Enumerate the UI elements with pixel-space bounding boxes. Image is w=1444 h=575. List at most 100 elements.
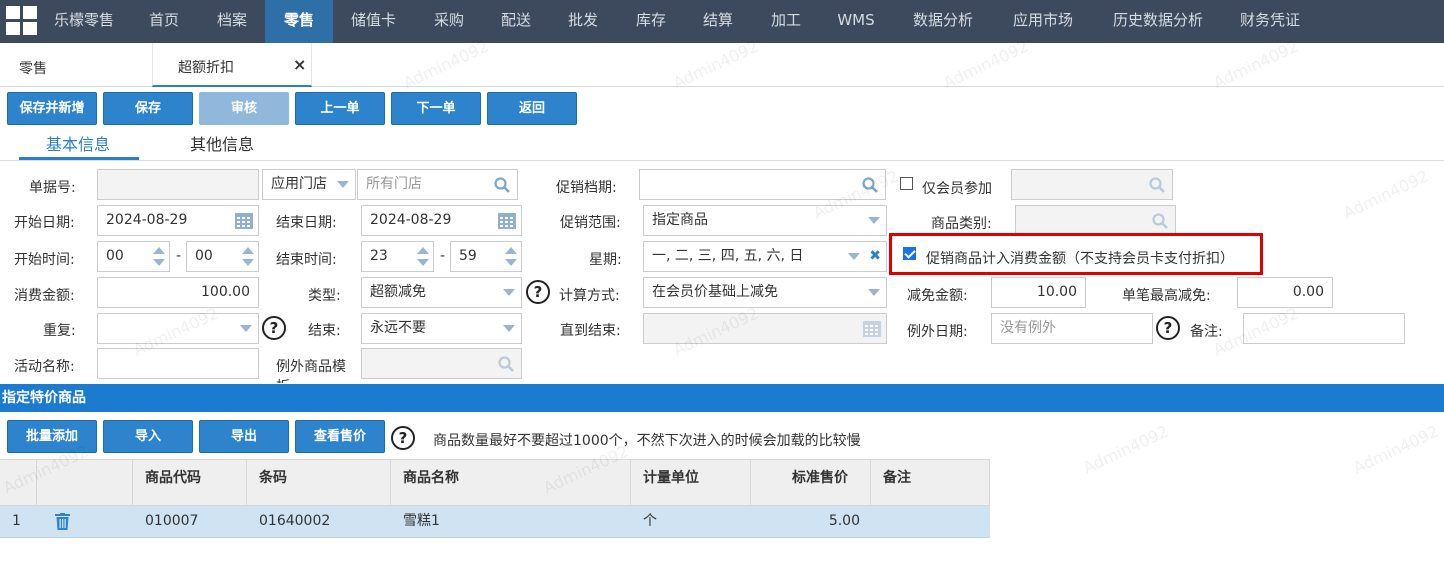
export-button[interactable]: 导出 bbox=[199, 420, 289, 453]
col-header-name[interactable]: 商品名称 bbox=[390, 460, 630, 506]
calendar-icon[interactable] bbox=[235, 213, 253, 229]
exception-goods-label: 例外商品模板: bbox=[276, 359, 346, 383]
col-header-code[interactable]: 商品代码 bbox=[132, 460, 246, 506]
end-date-value: 2024-08-29 bbox=[370, 212, 452, 228]
watermark: Admin4092 bbox=[1350, 421, 1442, 478]
max-reduce-label: 单笔最高减免: bbox=[1122, 288, 1211, 304]
prev-button[interactable]: 上一单 bbox=[295, 92, 385, 125]
audit-button[interactable]: 审核 bbox=[199, 92, 289, 125]
cell-code: 010007 bbox=[145, 513, 199, 529]
table-row[interactable]: 1 010007 01640002 雪糕1 个 5.00 bbox=[0, 506, 990, 538]
next-button[interactable]: 下一单 bbox=[391, 92, 481, 125]
col-header-note[interactable]: 备注 bbox=[870, 460, 990, 506]
type-select[interactable]: 超额减免 bbox=[361, 277, 522, 308]
start-date-label: 开始日期: bbox=[14, 215, 75, 231]
max-reduce-input[interactable]: 0.00 bbox=[1237, 277, 1333, 308]
nav-history-analysis[interactable]: 历史数据分析 bbox=[1098, 0, 1218, 43]
promo-scope-value: 指定商品 bbox=[652, 212, 708, 228]
amount-input[interactable]: 100.00 bbox=[97, 277, 259, 308]
col-header-price[interactable]: 标准售价 bbox=[750, 460, 870, 506]
end-select[interactable]: 永远不要 bbox=[361, 313, 522, 344]
batch-add-button[interactable]: 批量添加 bbox=[7, 420, 97, 453]
end-time-label: 结束时间: bbox=[276, 252, 337, 268]
subtab-basic-info[interactable]: 基本信息 bbox=[46, 131, 110, 155]
help-icon[interactable]: ? bbox=[262, 316, 286, 340]
nav-archive[interactable]: 档案 bbox=[201, 0, 263, 43]
spinner-icon[interactable] bbox=[505, 245, 517, 269]
end-minute-stepper[interactable]: 59 bbox=[450, 241, 522, 272]
nav-home[interactable]: 首页 bbox=[134, 0, 194, 43]
nav-delivery[interactable]: 配送 bbox=[486, 0, 546, 43]
store-search-input[interactable]: 所有门店 bbox=[357, 169, 518, 200]
start-minute-stepper[interactable]: 00 bbox=[186, 241, 259, 272]
help-icon[interactable]: ? bbox=[1156, 316, 1180, 340]
nav-retail[interactable]: 零售 bbox=[265, 0, 333, 43]
calendar-icon[interactable] bbox=[498, 213, 516, 229]
category-label: 商品类别: bbox=[931, 216, 992, 232]
col-header-unit[interactable]: 计量单位 bbox=[630, 460, 750, 506]
tab-excess-discount-label: 超额折扣 bbox=[178, 60, 234, 76]
promo-period-input[interactable] bbox=[639, 169, 886, 200]
start-minute-value: 00 bbox=[195, 248, 213, 264]
help-icon[interactable]: ? bbox=[526, 280, 550, 304]
app-grid-icon[interactable] bbox=[6, 6, 38, 36]
nav-app-market[interactable]: 应用市场 bbox=[998, 0, 1088, 43]
search-icon[interactable] bbox=[493, 176, 511, 194]
type-label: 类型: bbox=[308, 288, 341, 304]
import-button[interactable]: 导入 bbox=[103, 420, 193, 453]
reduce-amount-input[interactable]: 10.00 bbox=[991, 277, 1086, 308]
amount-label: 消费金额: bbox=[14, 288, 75, 304]
spinner-icon[interactable] bbox=[153, 245, 165, 269]
start-date-input[interactable]: 2024-08-29 bbox=[97, 205, 259, 236]
cell-unit: 个 bbox=[643, 513, 657, 529]
spinner-icon[interactable] bbox=[417, 245, 429, 269]
search-icon[interactable] bbox=[861, 176, 879, 194]
nav-finance-voucher[interactable]: 财务凭证 bbox=[1227, 0, 1313, 43]
close-icon[interactable]: × bbox=[293, 55, 306, 74]
nav-settlement[interactable]: 结算 bbox=[688, 0, 748, 43]
tab-retail[interactable]: 零售 bbox=[19, 58, 47, 78]
repeat-label: 重复: bbox=[43, 323, 76, 339]
end-date-input[interactable]: 2024-08-29 bbox=[361, 205, 522, 236]
save-button[interactable]: 保存 bbox=[103, 92, 193, 125]
nav-inventory[interactable]: 库存 bbox=[621, 0, 681, 43]
back-button[interactable]: 返回 bbox=[487, 92, 577, 125]
end-hour-stepper[interactable]: 23 bbox=[361, 241, 434, 272]
nav-wms[interactable]: WMS bbox=[825, 0, 887, 43]
chevron-down-icon bbox=[337, 181, 349, 188]
calendar-icon bbox=[863, 321, 881, 337]
exception-date-placeholder: 没有例外 bbox=[1000, 320, 1056, 336]
exception-date-input[interactable]: 没有例外 bbox=[991, 313, 1153, 344]
start-date-value: 2024-08-29 bbox=[106, 212, 188, 228]
store-scope-select[interactable]: 应用门店 bbox=[262, 169, 356, 200]
calc-method-value: 在会员价基础上减免 bbox=[652, 284, 778, 300]
subtab-other-info[interactable]: 其他信息 bbox=[190, 131, 254, 155]
weekday-select[interactable]: 一, 二, 三, 四, 五, 六, 日 ✖ bbox=[643, 241, 887, 272]
nav-purchase[interactable]: 采购 bbox=[419, 0, 479, 43]
tab-excess-discount[interactable]: 超额折扣 × bbox=[152, 43, 312, 87]
repeat-select[interactable] bbox=[97, 313, 259, 344]
member-only-checkbox[interactable] bbox=[900, 177, 913, 190]
end-hour-value: 23 bbox=[370, 248, 388, 264]
end-value: 永远不要 bbox=[370, 320, 426, 336]
nav-stored-value-card[interactable]: 储值卡 bbox=[336, 0, 411, 43]
cell-price: 5.00 bbox=[828, 513, 860, 529]
help-icon[interactable]: ? bbox=[391, 426, 415, 450]
activity-name-input[interactable] bbox=[97, 348, 259, 379]
spinner-icon[interactable] bbox=[242, 245, 254, 269]
nav-processing[interactable]: 加工 bbox=[756, 0, 816, 43]
save-and-new-button[interactable]: 保存并新增 bbox=[7, 92, 97, 125]
clear-icon[interactable]: ✖ bbox=[869, 242, 881, 271]
view-price-button[interactable]: 查看售价 bbox=[295, 420, 385, 453]
nav-wholesale[interactable]: 批发 bbox=[553, 0, 613, 43]
grid-header-action bbox=[36, 460, 132, 506]
trash-icon[interactable] bbox=[55, 513, 70, 530]
col-header-barcode[interactable]: 条码 bbox=[246, 460, 390, 506]
nav-data-analysis[interactable]: 数据分析 bbox=[898, 0, 988, 43]
promo-scope-select[interactable]: 指定商品 bbox=[643, 205, 887, 236]
note-input[interactable] bbox=[1243, 313, 1405, 344]
start-hour-stepper[interactable]: 00 bbox=[97, 241, 170, 272]
calc-method-select[interactable]: 在会员价基础上减免 bbox=[643, 277, 887, 308]
member-only-label: 仅会员参加 bbox=[922, 181, 992, 197]
search-icon bbox=[498, 356, 514, 372]
